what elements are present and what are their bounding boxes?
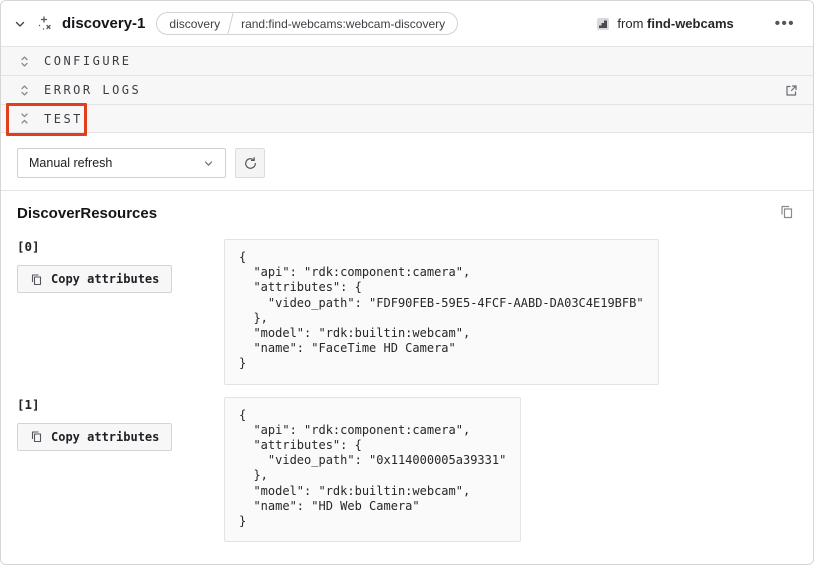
badge-separator xyxy=(228,13,234,34)
from-module-label: from find-webcams xyxy=(617,16,733,31)
refresh-icon xyxy=(243,156,258,171)
component-title: discovery-1 xyxy=(62,15,145,32)
copy-attributes-label: Copy attributes xyxy=(51,272,159,286)
result-row: [0] Copy attributes { "api": "rdk:compon… xyxy=(17,239,797,385)
section-error-logs[interactable]: ERROR LOGS xyxy=(1,75,813,104)
header-right: from find-webcams ••• xyxy=(596,14,797,33)
unfold-less-icon xyxy=(18,112,31,125)
collapse-chevron-icon[interactable] xyxy=(13,17,27,31)
result-meta: [0] Copy attributes xyxy=(17,239,224,293)
copy-icon xyxy=(30,430,43,443)
unfold-more-icon xyxy=(18,55,31,68)
test-results-panel: DiscoverResources [0] Copy attribut xyxy=(1,191,813,558)
module-icon xyxy=(596,17,610,31)
section-configure[interactable]: CONFIGURE xyxy=(1,46,813,75)
discovery-service-icon xyxy=(36,15,53,32)
chevron-down-icon xyxy=(202,157,215,170)
component-type-badge: discovery rand:find-webcams:webcam-disco… xyxy=(156,12,458,35)
section-test-label: TEST xyxy=(44,112,83,126)
component-card: discovery-1 discovery rand:find-webcams:… xyxy=(0,0,814,565)
result-json: { "api": "rdk:component:camera", "attrib… xyxy=(224,397,521,543)
from-module-name: find-webcams xyxy=(647,16,734,31)
badge-model-label: rand:find-webcams:webcam-discovery xyxy=(241,17,445,31)
method-title: DiscoverResources xyxy=(17,205,797,222)
result-meta: [1] Copy attributes xyxy=(17,397,224,451)
copy-attributes-button[interactable]: Copy attributes xyxy=(17,423,172,451)
copy-attributes-button[interactable]: Copy attributes xyxy=(17,265,172,293)
component-header: discovery-1 discovery rand:find-webcams:… xyxy=(1,1,813,46)
result-row: [1] Copy attributes { "api": "rdk:compon… xyxy=(17,397,797,543)
more-options-button[interactable]: ••• xyxy=(773,14,797,33)
error-logs-actions xyxy=(784,83,799,98)
section-configure-label: CONFIGURE xyxy=(44,54,132,68)
section-error-logs-label: ERROR LOGS xyxy=(44,83,141,97)
refresh-button[interactable] xyxy=(235,148,265,178)
refresh-mode-value: Manual refresh xyxy=(29,156,112,170)
result-index-label: [0] xyxy=(17,239,224,254)
result-index-label: [1] xyxy=(17,397,224,412)
copy-attributes-label: Copy attributes xyxy=(51,430,159,444)
open-in-new-icon[interactable] xyxy=(784,83,799,98)
badge-type-label: discovery xyxy=(169,17,220,31)
copy-all-icon[interactable] xyxy=(779,204,794,219)
result-json: { "api": "rdk:component:camera", "attrib… xyxy=(224,239,659,385)
unfold-more-icon xyxy=(18,84,31,97)
section-test[interactable]: TEST xyxy=(1,104,813,133)
refresh-mode-select[interactable]: Manual refresh xyxy=(17,148,226,178)
copy-icon xyxy=(30,273,43,286)
refresh-bar: Manual refresh xyxy=(1,133,813,190)
